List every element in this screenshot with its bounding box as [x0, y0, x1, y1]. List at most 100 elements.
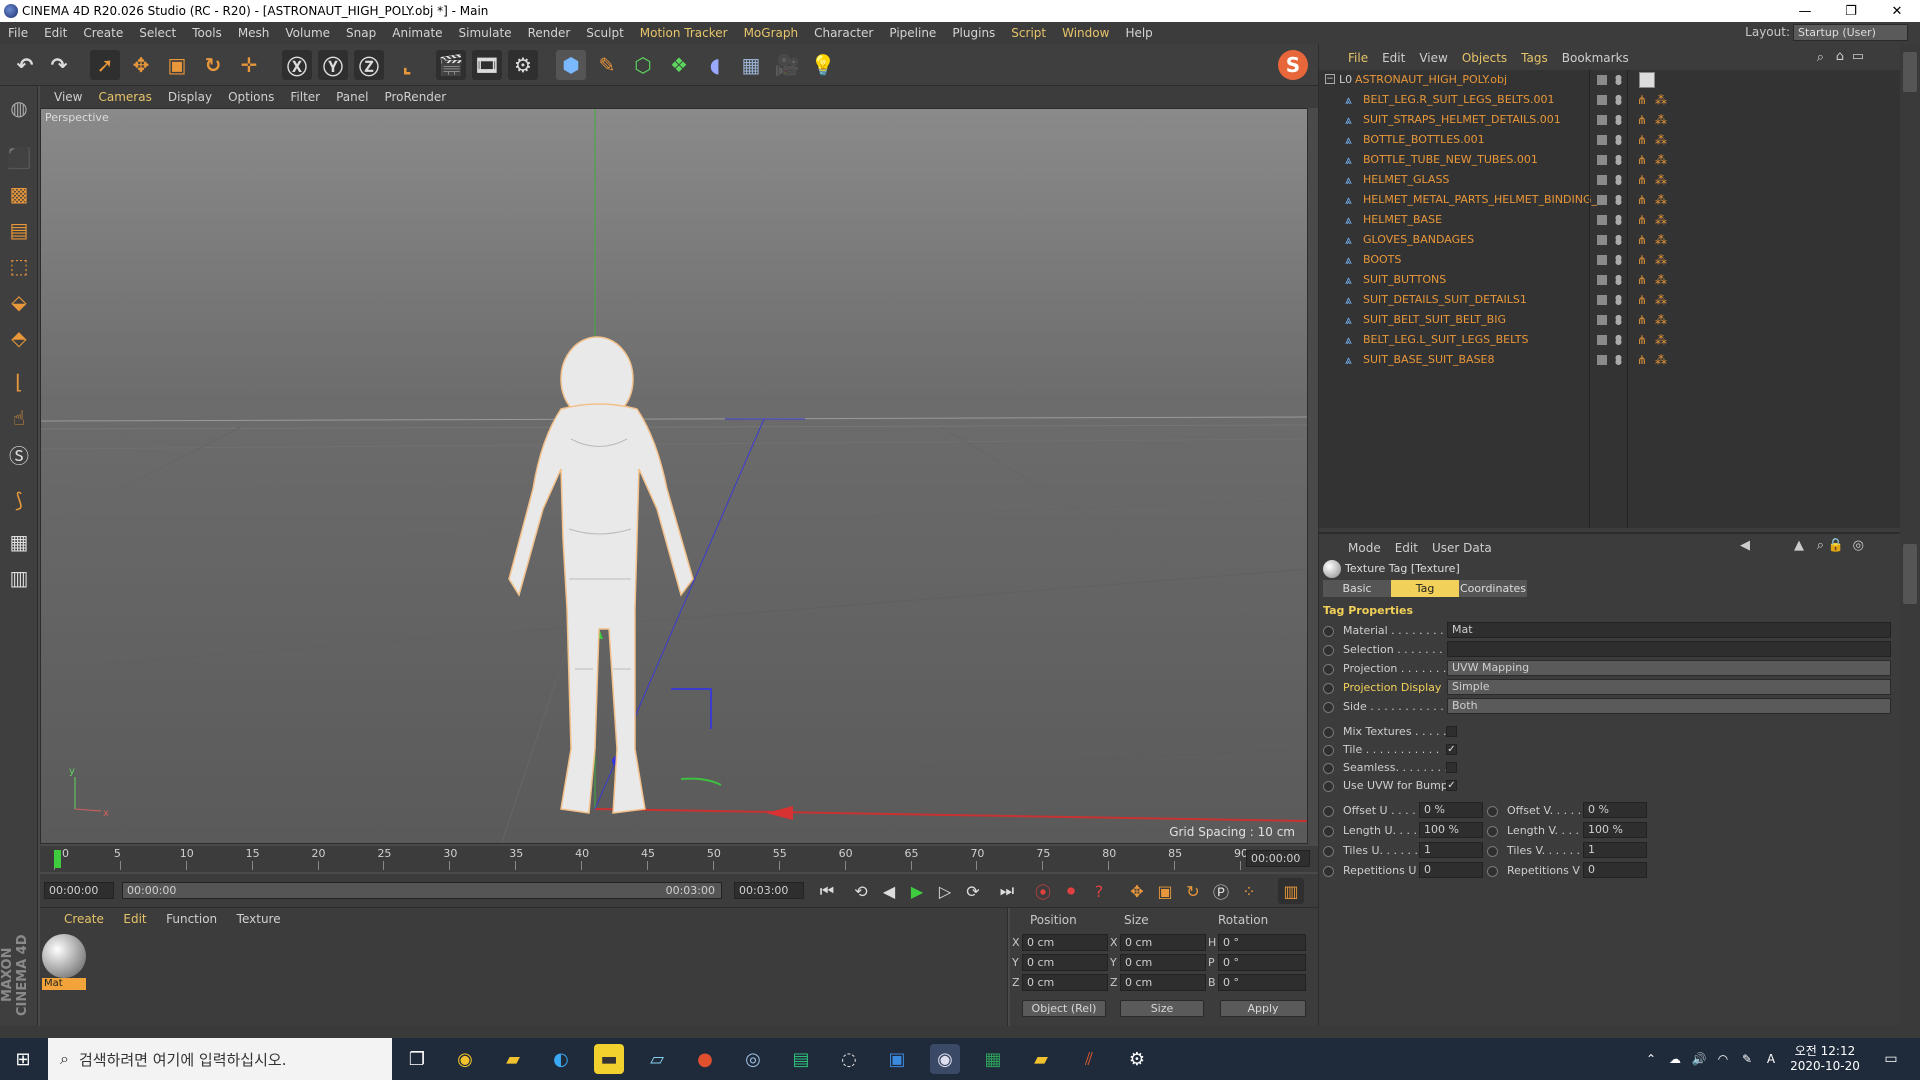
object-row[interactable]: ⩓ HELMET_GLASS ● ● ⋔ ⁂	[1319, 170, 1901, 190]
magnet-icon[interactable]: ⟆	[3, 484, 35, 516]
polygons-mode-icon[interactable]: ⬘	[3, 322, 35, 354]
start-time-field[interactable]: 00:00:00	[44, 882, 114, 899]
size-mode-dropdown[interactable]: Size	[1120, 1000, 1204, 1017]
animate-toggle[interactable]	[1323, 645, 1334, 656]
chrome-icon[interactable]: ◉	[450, 1044, 480, 1074]
attr-menu-user-data[interactable]: User Data	[1425, 541, 1499, 555]
goto-start-icon[interactable]: ⏮	[814, 878, 840, 904]
material-tag-icon[interactable]: ⁂	[1655, 113, 1667, 127]
visibility-toggle[interactable]	[1597, 275, 1607, 285]
phong-tag-icon[interactable]: ⋔	[1637, 113, 1647, 127]
phong-tag-icon[interactable]: ⋔	[1637, 293, 1647, 307]
minimize-panel-icon[interactable]: ▭	[1852, 49, 1864, 64]
objects-menu-tags[interactable]: Tags	[1514, 51, 1555, 65]
workplane-icon[interactable]: ▤	[3, 214, 35, 246]
animate-toggle[interactable]	[1323, 826, 1334, 837]
tweak-icon[interactable]: ☝	[3, 402, 35, 434]
settings-icon[interactable]: ⚙	[1122, 1044, 1152, 1074]
visibility-toggle[interactable]	[1597, 175, 1607, 185]
viewport-menu-prorender[interactable]: ProRender	[376, 90, 454, 104]
seamless-checkbox[interactable]	[1446, 762, 1457, 773]
length-u-field[interactable]: 100 %	[1419, 822, 1483, 838]
snap-icon[interactable]: Ⓢ	[3, 438, 35, 470]
mix-textures-checkbox[interactable]	[1446, 726, 1457, 737]
minimize-button[interactable]: —	[1782, 0, 1828, 22]
tiles-v-field[interactable]: 1	[1583, 842, 1647, 858]
object-row[interactable]: ⩓ SUIT_BUTTONS ● ● ⋔ ⁂	[1319, 270, 1901, 290]
app-icon[interactable]: ◎	[738, 1044, 768, 1074]
subdivision-icon[interactable]: ⬡	[628, 50, 658, 80]
object-row[interactable]: ⩓ BOTTLE_TUBE_NEW_TUBES.001 ● ● ⋔ ⁂	[1319, 150, 1901, 170]
app-icon[interactable]: ◌	[834, 1044, 864, 1074]
menu-simulate[interactable]: Simulate	[451, 26, 520, 40]
rot-b-field[interactable]: 0 °	[1218, 974, 1306, 991]
home-icon[interactable]: ⌂	[1836, 49, 1844, 64]
goto-end-icon[interactable]: ⏭	[994, 878, 1020, 904]
play-icon[interactable]: ▶	[904, 878, 930, 904]
pen-icon[interactable]: ✎	[592, 50, 622, 80]
visibility-toggle[interactable]	[1597, 115, 1607, 125]
texture-mode-icon[interactable]: ▩	[3, 178, 35, 210]
phong-tag-icon[interactable]: ⋔	[1637, 93, 1647, 107]
material-tag-icon[interactable]: ⁂	[1655, 293, 1667, 307]
visibility-toggle[interactable]	[1597, 135, 1607, 145]
menu-plugins[interactable]: Plugins	[944, 26, 1003, 40]
pos-x-field[interactable]: 0 cm	[1022, 934, 1108, 951]
close-button[interactable]: ✕	[1874, 0, 1920, 22]
app-icon[interactable]: ⫽	[1074, 1044, 1104, 1074]
material-tag-icon[interactable]: ⁂	[1655, 333, 1667, 347]
material-tag-icon[interactable]: ⁂	[1655, 153, 1667, 167]
windows-start-icon[interactable]: ⊞	[8, 1044, 38, 1074]
light-icon[interactable]: 💡	[808, 50, 838, 80]
attr-menu-mode[interactable]: Mode	[1341, 541, 1388, 555]
visibility-toggle[interactable]	[1597, 155, 1607, 165]
layout-select[interactable]: Startup (User)	[1793, 24, 1908, 41]
material-tag-icon[interactable]: ⁂	[1655, 133, 1667, 147]
animate-toggle[interactable]	[1323, 763, 1334, 774]
visibility-toggle[interactable]	[1597, 235, 1607, 245]
objects-menu-objects[interactable]: Objects	[1455, 51, 1514, 65]
recent-tool-icon[interactable]: ✛	[234, 50, 264, 80]
animate-toggle[interactable]	[1323, 702, 1334, 713]
phong-tag-icon[interactable]: ⋔	[1637, 353, 1647, 367]
render-dots[interactable]: ● ●	[1615, 214, 1622, 226]
menu-edit[interactable]: Edit	[36, 26, 75, 40]
material-menu-edit[interactable]: Edit	[115, 912, 154, 926]
animate-toggle[interactable]	[1323, 846, 1334, 857]
animate-toggle[interactable]	[1487, 846, 1498, 857]
material-tag-icon[interactable]: ⁂	[1655, 273, 1667, 287]
menu-mesh[interactable]: Mesh	[230, 26, 278, 40]
camera-icon[interactable]: 🎥	[772, 50, 802, 80]
size-y-field[interactable]: 0 cm	[1120, 954, 1206, 971]
phong-tag-icon[interactable]: ⋔	[1637, 193, 1647, 207]
menu-character[interactable]: Character	[806, 26, 881, 40]
animate-toggle[interactable]	[1323, 781, 1334, 792]
material-tag-icon[interactable]: ⁂	[1655, 233, 1667, 247]
menu-pipeline[interactable]: Pipeline	[881, 26, 944, 40]
key-parameter-icon[interactable]: Ⓟ	[1208, 878, 1234, 904]
attributes-side-tab[interactable]	[1903, 544, 1917, 604]
edge-icon[interactable]: ◐	[546, 1044, 576, 1074]
apply-button[interactable]: Apply	[1220, 1000, 1306, 1017]
render-dots[interactable]: ● ●	[1615, 334, 1622, 346]
viewport-menu-options[interactable]: Options	[220, 90, 282, 104]
menu-motion-tracker[interactable]: Motion Tracker	[632, 26, 736, 40]
object-row-root[interactable]: − L0 ASTRONAUT_HIGH_POLY.obj ● ●	[1319, 70, 1901, 90]
object-row[interactable]: ⩓ BOTTLE_BOTTLES.001 ● ● ⋔ ⁂	[1319, 130, 1901, 150]
scale-icon[interactable]: ▣	[162, 50, 192, 80]
phong-tag-icon[interactable]: ⋔	[1637, 273, 1647, 287]
powerpoint-icon[interactable]: ●	[690, 1044, 720, 1074]
menu-tools[interactable]: Tools	[184, 26, 230, 40]
key-pla-icon[interactable]: ⁘	[1236, 878, 1262, 904]
key-position-icon[interactable]: ✥	[1124, 878, 1150, 904]
kakaotalk-icon[interactable]: ▬	[594, 1044, 624, 1074]
viewport-menu-filter[interactable]: Filter	[282, 90, 328, 104]
task-view-icon[interactable]: ❐	[402, 1044, 432, 1074]
live-selection-icon[interactable]: ➚	[90, 50, 120, 80]
material-tag-icon[interactable]: ⁂	[1655, 213, 1667, 227]
collapse-icon[interactable]: −	[1325, 74, 1335, 84]
render-dots[interactable]: ● ●	[1615, 294, 1622, 306]
animate-toggle[interactable]	[1323, 626, 1334, 637]
phong-tag-icon[interactable]: ⋔	[1637, 133, 1647, 147]
objects-menu-edit[interactable]: Edit	[1375, 51, 1412, 65]
